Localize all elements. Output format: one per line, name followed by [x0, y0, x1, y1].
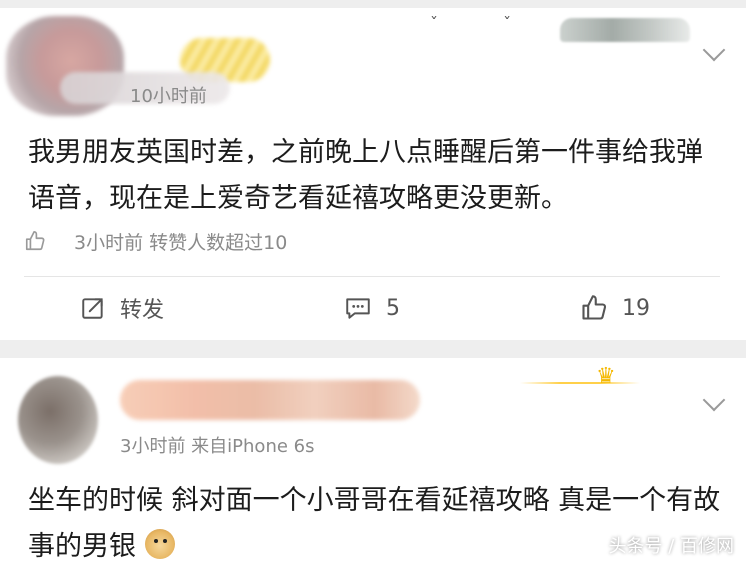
- repost-button[interactable]: 转发: [80, 288, 164, 328]
- crown-icon: ♛: [596, 364, 616, 389]
- top-separator: [0, 0, 746, 8]
- like-count: 19: [622, 295, 650, 321]
- card-separator: [0, 340, 746, 358]
- divider: [24, 276, 720, 277]
- repost-label: 转发: [120, 298, 165, 323]
- comment-count: 5: [386, 295, 400, 321]
- chevron-down-icon[interactable]: [702, 38, 726, 62]
- thumbs-up-icon: [582, 295, 607, 320]
- action-bar: 转发 5 19: [0, 288, 746, 328]
- vip-decoration-line: [520, 382, 640, 384]
- post-time-and-device: 3小时前 来自iPhone 6s: [120, 436, 315, 457]
- comment-button[interactable]: 5: [344, 288, 400, 328]
- weibo-comment-feed: ˇ ˇ 10小时前 我男朋友英国时差，之前晚上八点睡醒后第一件事给我弹语音，现在…: [0, 0, 746, 564]
- comment-icon: [346, 298, 370, 319]
- post-time: 10小时前: [130, 86, 207, 107]
- avatar-blurred[interactable]: [18, 376, 98, 464]
- card-decoration: [560, 18, 690, 42]
- like-button[interactable]: 19: [580, 288, 650, 328]
- doge-emoji-icon: [144, 529, 175, 559]
- sub-meta-row: 3小时前 转赞人数超过10: [24, 226, 287, 256]
- sub-meta-text: 3小时前 转赞人数超过10: [74, 231, 288, 254]
- source-watermark: 头条号 / 百修网: [608, 536, 734, 557]
- comment-card-1: ˇ ˇ 10小时前 我男朋友英国时差，之前晚上八点睡醒后第一件事给我弹语音，现在…: [0, 8, 746, 340]
- share-icon: [82, 298, 103, 319]
- bird-decoration-icon: ˇ ˇ: [430, 14, 542, 33]
- chevron-down-icon[interactable]: [702, 388, 726, 412]
- username-redacted: [120, 380, 420, 420]
- thumbs-up-icon[interactable]: [24, 230, 46, 252]
- post-content: 我男朋友英国时差，之前晚上八点睡醒后第一件事给我弹语音，现在是上爱奇艺看延禧攻略…: [28, 137, 703, 214]
